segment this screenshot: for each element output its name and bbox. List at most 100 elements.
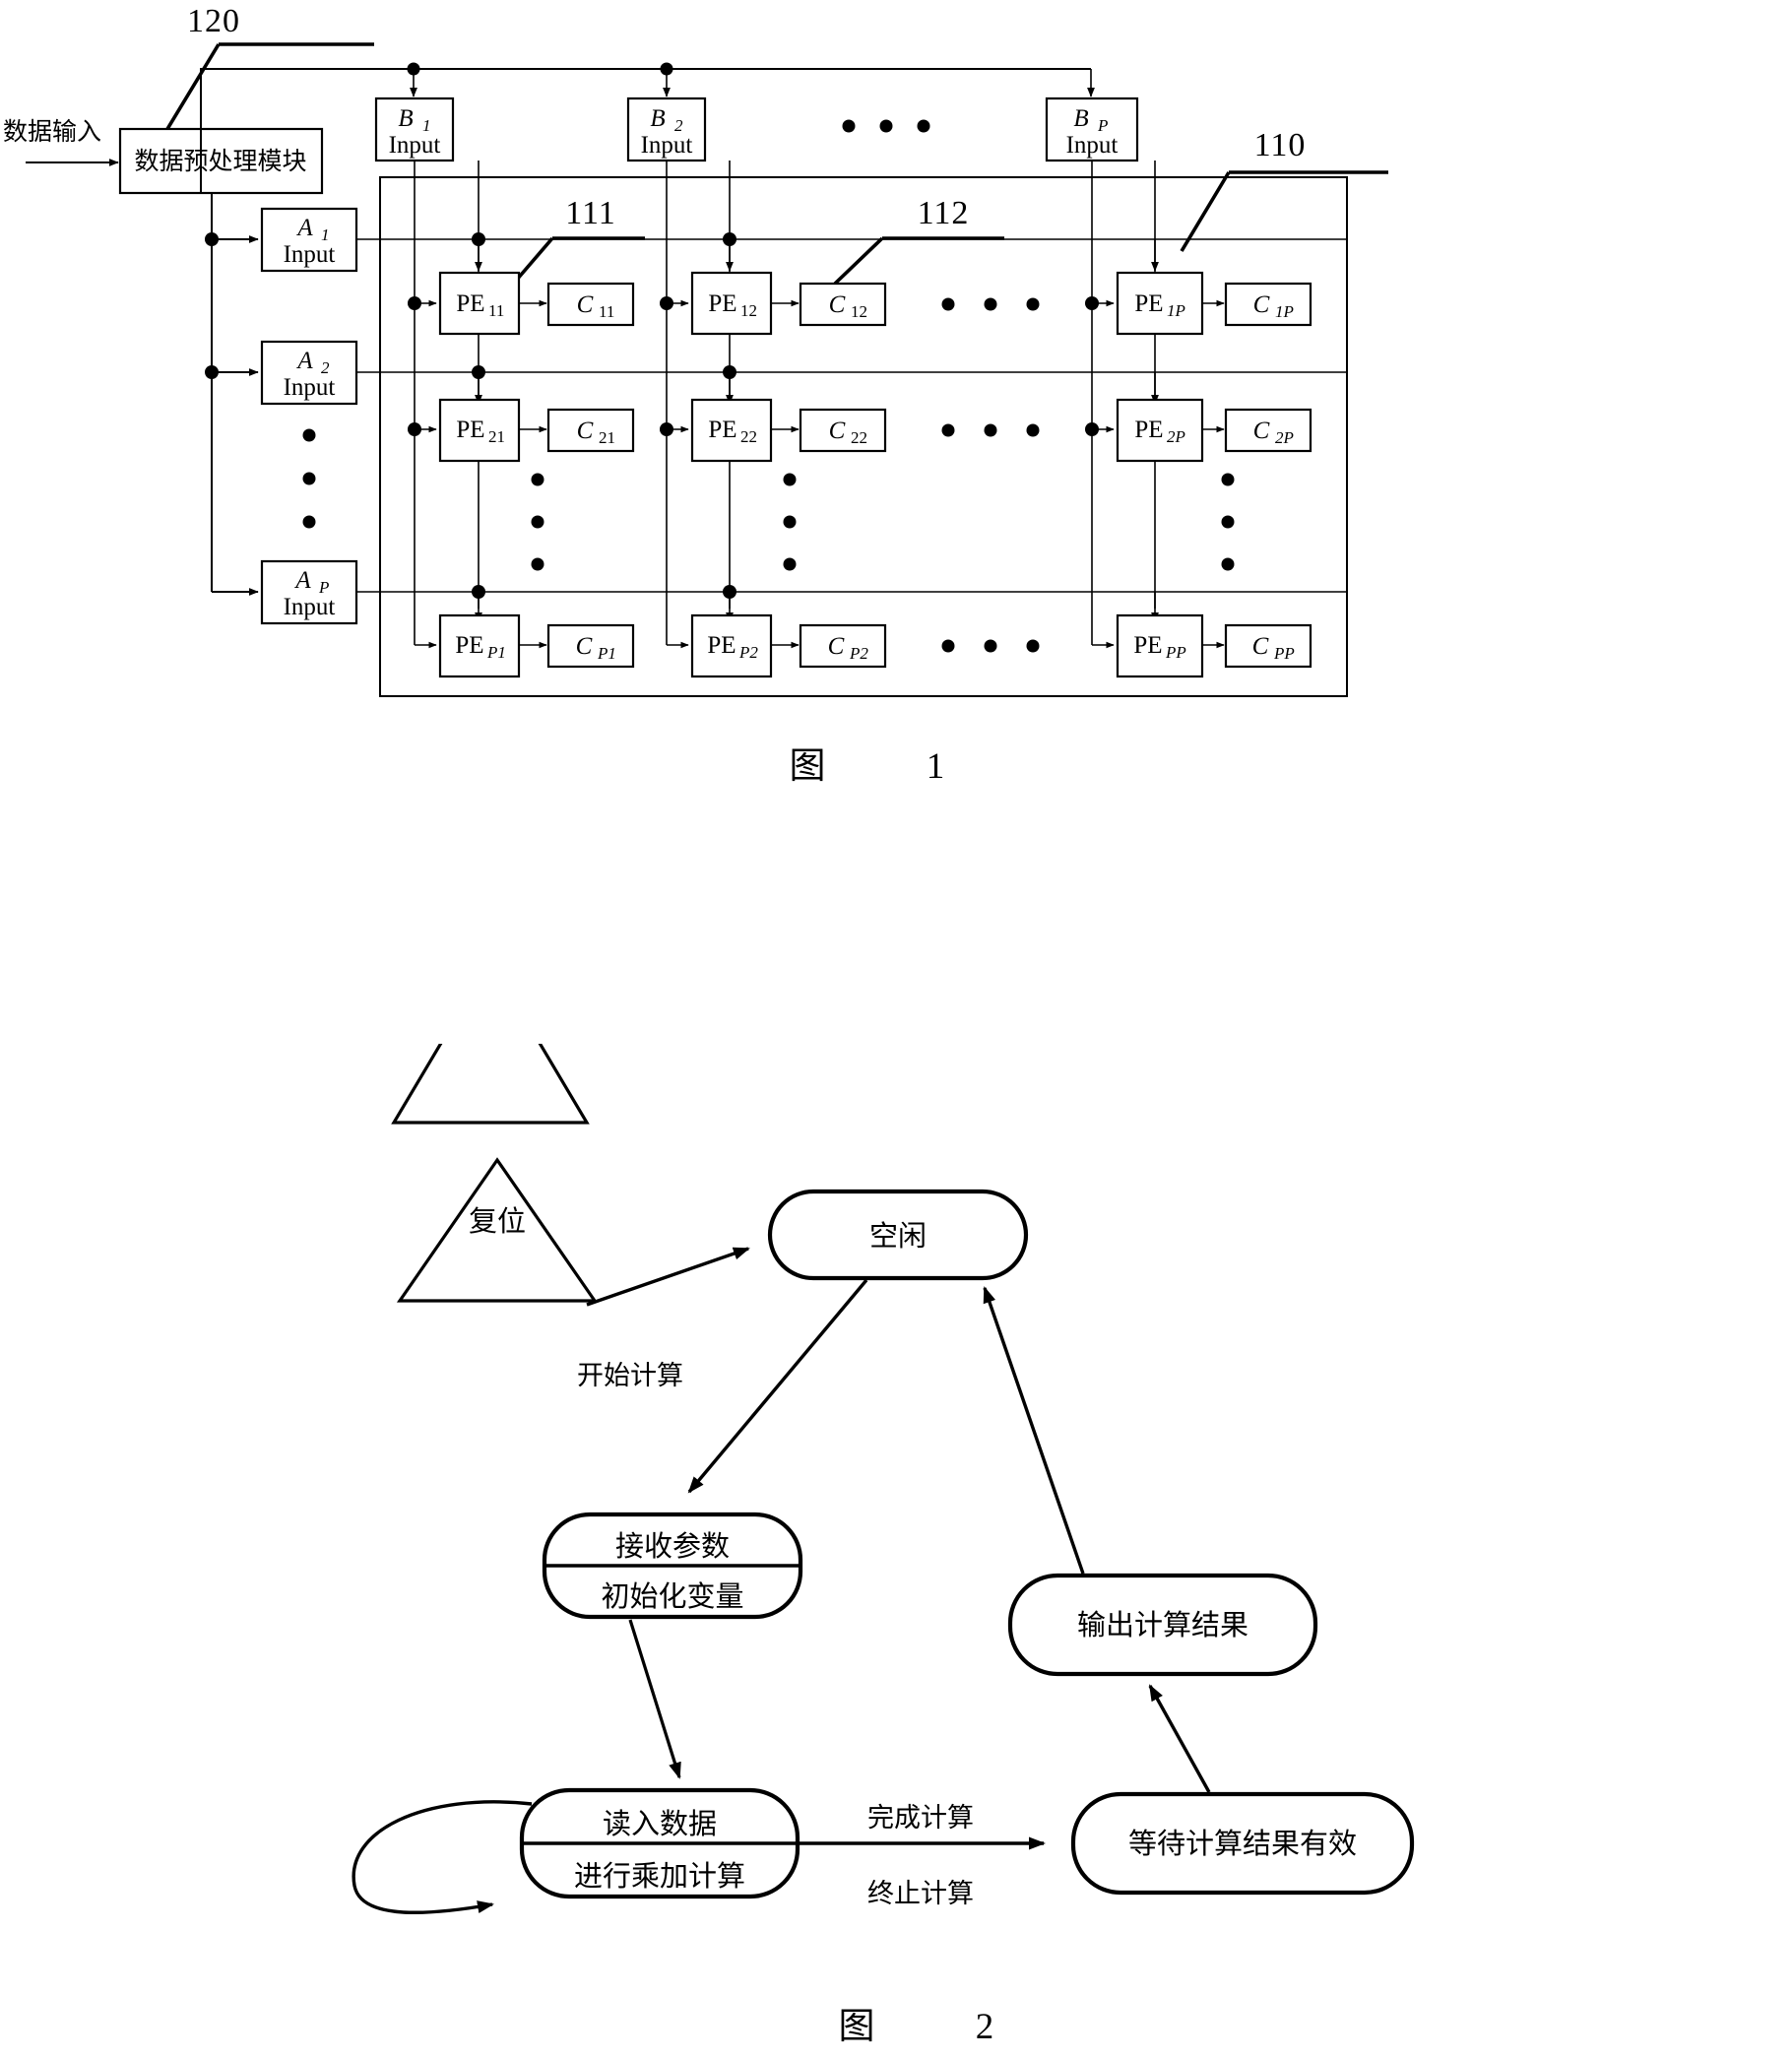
b-input-p-line2: Input	[1066, 132, 1119, 159]
figure-1-caption-label: 图	[790, 744, 826, 787]
pe-1p-sub: 1P	[1167, 301, 1185, 320]
pe-row-2: PE 21 C 21 PE 22 C 22 PE 2P C 2P	[438, 398, 1312, 463]
pe-11-sub: 11	[488, 301, 504, 320]
state-compute: 读入数据 进行乘加计算	[519, 1787, 800, 1899]
c-p2-sub: P2	[849, 644, 868, 663]
c-22-label: C	[829, 418, 846, 444]
pe-p2-sub: P2	[738, 643, 758, 662]
figure-1: 120 110 数据输入 数据预处理模块 B 1 Input B 2 Input…	[3, 3, 1388, 787]
c-21-label: C	[577, 418, 594, 444]
c-2p-label: C	[1253, 418, 1270, 444]
c-p1-label: C	[576, 633, 593, 660]
a-input-1: A 1 Input	[260, 207, 358, 273]
figure-2-caption-label: 图	[839, 2005, 875, 2047]
b-input-2-name: B	[650, 105, 665, 132]
state-recv-line1: 接收参数	[615, 1529, 730, 1563]
data-input-label: 数据输入	[3, 117, 101, 146]
c-p2-label: C	[828, 633, 845, 660]
c-2p-sub: 2P	[1275, 428, 1294, 447]
b-row-ellipsis	[842, 119, 930, 133]
reset-label: 复位	[469, 1204, 526, 1238]
pe-row-1-ellipsis	[941, 297, 1040, 311]
transition-idle-to-recv	[687, 1278, 868, 1494]
pe-row-1: PE 11 C 11 PE 12 C 12 PE 1P C 1P	[438, 271, 1312, 336]
edge-label-abort-calc: 终止计算	[867, 1879, 974, 1909]
a-input-2: A 2 Input	[260, 340, 358, 406]
pe-22-sub: 22	[740, 427, 757, 446]
edge-label-finish-calc: 完成计算	[867, 1803, 974, 1834]
c-12-sub: 12	[851, 302, 867, 321]
state-idle: 空闲	[767, 1189, 1029, 1281]
pe-column-ellipsis	[531, 473, 1235, 571]
transition-compute-self-loop	[352, 1800, 533, 1915]
pe-row-p-ellipsis	[941, 639, 1040, 653]
state-compute-line2: 进行乘加计算	[574, 1859, 745, 1893]
b-input-p: B P Input	[1045, 97, 1139, 162]
ref-111-leader	[514, 236, 645, 283]
a-input-2-name: A	[295, 348, 313, 374]
figure-1-caption-number: 1	[927, 746, 945, 787]
pe-row-2-ellipsis	[941, 423, 1040, 437]
pe-pp-label: PE	[1133, 632, 1162, 659]
pe-12-label: PE	[708, 290, 736, 317]
c-11-label: C	[577, 291, 594, 318]
state-compute-line1: 读入数据	[603, 1807, 717, 1840]
b-input-1-name: B	[398, 105, 413, 132]
c-pp-label: C	[1252, 633, 1269, 660]
pe-p1-sub: P1	[486, 643, 506, 662]
c-21-sub: 21	[599, 428, 615, 447]
c-12-label: C	[829, 291, 846, 318]
c-22-sub: 22	[851, 428, 867, 447]
ref-120-label: 120	[187, 3, 240, 39]
state-output: 输出计算结果	[1007, 1573, 1318, 1677]
ref-110-label: 110	[1254, 127, 1307, 163]
a-input-1-name: A	[295, 215, 313, 241]
ref-112-label: 112	[918, 195, 970, 231]
b-input-1: B 1 Input	[374, 97, 455, 162]
c-11-sub: 11	[599, 302, 614, 321]
b-feed-from-boxes	[414, 161, 1093, 241]
a-input-1-line2: Input	[284, 241, 336, 268]
figure-2: 复位 空闲 开始计算 接收参数 初始化变量 读入数据 进行乘加计算 完成计算 终…	[352, 1044, 1415, 2047]
a-input-2-line2: Input	[284, 374, 336, 401]
pe-row-p: PE P1 C P1 PE P2 C P2 PE PP C PP	[438, 613, 1312, 678]
transition-wait-to-output	[1148, 1684, 1211, 1793]
pe-2p-sub: 2P	[1167, 427, 1185, 446]
pe-21-label: PE	[456, 417, 484, 443]
state-wait: 等待计算结果有效	[1070, 1791, 1415, 1896]
transition-recv-to-compute	[628, 1619, 681, 1779]
state-idle-label: 空闲	[869, 1219, 927, 1253]
c-1p-sub: 1P	[1275, 302, 1294, 321]
ref-112-leader	[833, 236, 1004, 286]
pe-12-sub: 12	[740, 301, 757, 320]
state-wait-label: 等待计算结果有效	[1128, 1827, 1357, 1860]
c-pp-sub: PP	[1273, 644, 1295, 663]
pe-22-label: PE	[708, 417, 736, 443]
state-output-label: 输出计算结果	[1077, 1608, 1248, 1641]
pe-p2-label: PE	[707, 632, 736, 659]
c-p1-sub: P1	[597, 644, 616, 663]
c-1p-label: C	[1253, 291, 1270, 318]
figure-2-caption-number: 2	[976, 2007, 994, 2047]
reset-start-node	[391, 1044, 590, 1125]
transition-reset-to-idle	[586, 1247, 750, 1307]
a-input-p: A P Input	[260, 559, 358, 625]
pe-11-label: PE	[456, 290, 484, 317]
pe-2p-label: PE	[1134, 417, 1163, 443]
preprocess-module-label: 数据预处理模块	[134, 147, 306, 175]
a-input-p-line2: Input	[284, 594, 336, 620]
pe-pp-sub: PP	[1165, 643, 1186, 662]
a-distribution-column	[205, 193, 259, 596]
ref-120-leader	[165, 42, 374, 130]
state-recv: 接收参数 初始化变量	[542, 1512, 803, 1620]
transition-output-to-idle	[983, 1286, 1085, 1575]
a-column-ellipsis	[302, 428, 316, 529]
b-input-2: B 2 Input	[626, 97, 707, 162]
b-input-2-line2: Input	[641, 132, 693, 159]
pe-1p-label: PE	[1134, 290, 1163, 317]
pe-p1-label: PE	[455, 632, 483, 659]
ref-111-label: 111	[565, 195, 615, 231]
pe-21-sub: 21	[488, 427, 505, 446]
drawing-sheet: 120 110 数据输入 数据预处理模块 B 1 Input B 2 Input…	[0, 0, 1792, 2059]
b-input-1-line2: Input	[389, 132, 441, 159]
